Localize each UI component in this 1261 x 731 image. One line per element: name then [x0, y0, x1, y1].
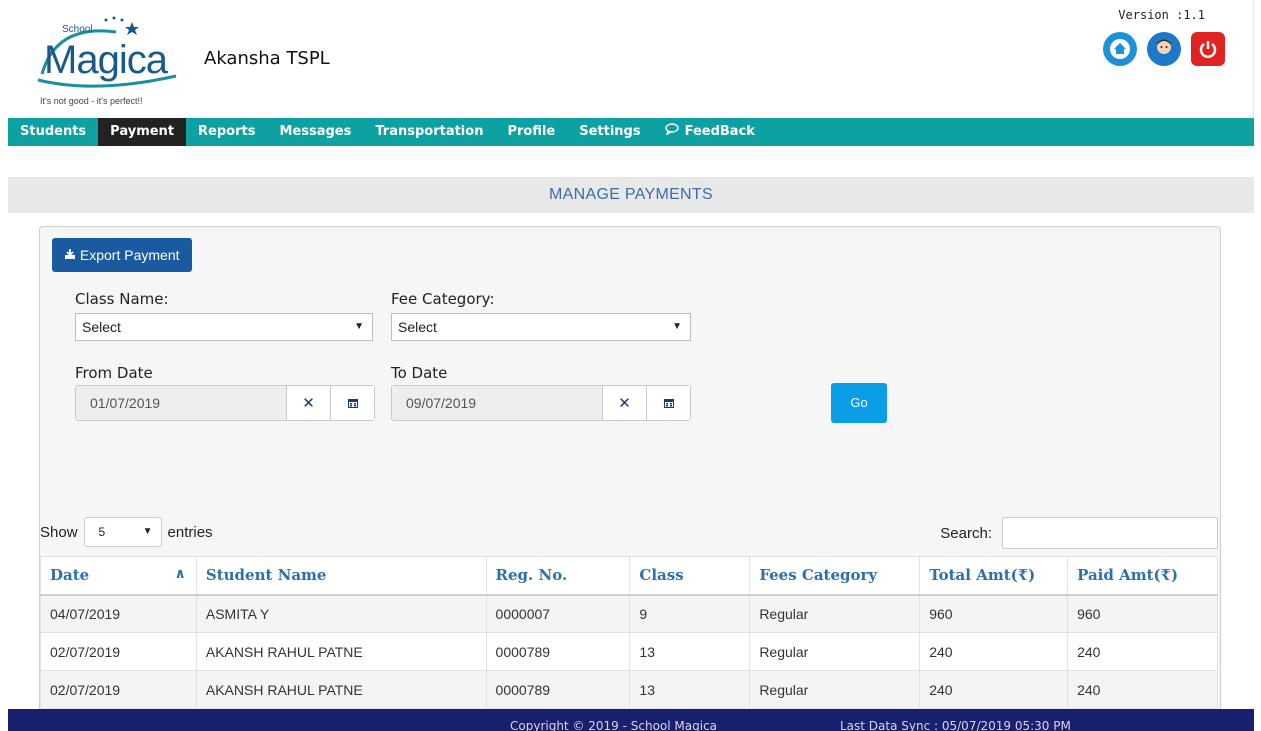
cell-reg-no: 0000007	[485, 594, 631, 633]
cell-date: 04/07/2019	[40, 594, 197, 633]
clear-to-date-icon[interactable]: ✕	[602, 386, 646, 420]
version-label: Version :1.1	[1118, 8, 1205, 22]
nav-messages[interactable]: Messages	[267, 118, 363, 146]
from-date-input[interactable]: 01/07/2019	[76, 386, 286, 420]
cell-total-amt: 960	[919, 594, 1069, 633]
cell-student-name: ASMITA Y	[195, 594, 487, 633]
feedback-chat-icon	[664, 118, 679, 146]
cell-class: 13	[629, 670, 751, 709]
nav-payment[interactable]: Payment	[98, 118, 187, 146]
calendar-icon[interactable]	[646, 386, 690, 420]
nav-settings[interactable]: Settings	[567, 118, 652, 146]
search-input[interactable]	[1002, 517, 1218, 549]
nav-reports[interactable]: Reports	[186, 118, 267, 146]
fee-category-label: Fee Category:	[391, 290, 495, 308]
nav-feedback-label: FeedBack	[684, 124, 755, 139]
organization-name: Akansha TSPL	[204, 48, 330, 69]
col-student-name[interactable]: Student Name	[195, 556, 487, 596]
cell-paid-amt: 960	[1067, 594, 1218, 633]
class-name-select[interactable]: Select ▼	[75, 313, 373, 341]
cell-fees-category: Regular	[749, 594, 921, 633]
cell-date: 02/07/2019	[40, 632, 197, 671]
entries-select[interactable]: 5 ▼	[83, 517, 162, 547]
col-class[interactable]: Class	[629, 556, 751, 596]
cell-fees-category: Regular	[749, 670, 921, 709]
profile-avatar-icon[interactable]	[1147, 32, 1181, 66]
entries-value: 5	[98, 525, 106, 539]
nav-students[interactable]: Students	[8, 118, 98, 146]
chevron-down-icon: ▼	[672, 321, 682, 332]
class-name-value: Select	[82, 319, 121, 335]
cell-student-name: AKANSH RAHUL PATNE	[195, 632, 487, 671]
to-date-input[interactable]: 09/07/2019	[392, 386, 602, 420]
go-button[interactable]: Go	[831, 383, 887, 423]
export-icon	[64, 247, 80, 263]
col-paid-amt[interactable]: Paid Amt(₹)	[1067, 556, 1218, 596]
main-nav: Students Payment Reports Messages Transp…	[8, 118, 1254, 146]
export-payment-button[interactable]: Export Payment	[52, 238, 192, 272]
from-date-group: 01/07/2019 ✕	[75, 385, 375, 421]
copyright-text: Copyright © 2019 - School Magica	[510, 719, 718, 731]
fee-category-select[interactable]: Select ▼	[391, 313, 691, 341]
payment-filter-panel: Export Payment Class Name: Select ▼ Fee …	[39, 226, 1221, 716]
page-length-control: Show 5 ▼ entries	[40, 517, 213, 547]
table-row[interactable]: 04/07/2019 ASMITA Y 0000007 9 Regular 96…	[40, 594, 1218, 633]
export-label: Export Payment	[79, 247, 180, 263]
power-icon[interactable]	[1191, 32, 1225, 66]
table-row[interactable]: 02/07/2019 AKANSH RAHUL PATNE 0000789 13…	[40, 632, 1218, 671]
nav-feedback[interactable]: FeedBack	[653, 118, 767, 146]
to-date-group: 09/07/2019 ✕	[391, 385, 691, 421]
from-date-label: From Date	[75, 364, 153, 382]
school-magica-logo[interactable]: School Magica It's not good - it's perfe…	[36, 14, 186, 106]
header-actions	[1103, 32, 1225, 66]
cell-total-amt: 240	[919, 632, 1069, 671]
sort-ascending-icon: ∧	[174, 566, 186, 582]
page-title: MANAGE PAYMENTS	[8, 177, 1254, 213]
cell-paid-amt: 240	[1067, 670, 1218, 709]
fee-category-value: Select	[398, 319, 437, 335]
col-date-label: Date	[50, 566, 90, 585]
cell-class: 13	[629, 632, 751, 671]
nav-profile[interactable]: Profile	[495, 118, 567, 146]
col-reg-no[interactable]: Reg. No.	[485, 556, 631, 596]
to-date-label: To Date	[391, 364, 448, 382]
entries-label: entries	[167, 523, 213, 541]
nav-transportation[interactable]: Transportation	[363, 118, 495, 146]
logo-tagline: It's not good - it's perfect!!	[40, 96, 143, 106]
table-row[interactable]: 02/07/2019 AKANSH RAHUL PATNE 0000789 13…	[40, 670, 1218, 709]
payments-table: Date ∧ Student Name Reg. No. Class Fees C…	[40, 556, 1218, 709]
clear-from-date-icon[interactable]: ✕	[286, 386, 330, 420]
logo-school-text: School	[62, 24, 93, 35]
cell-class: 9	[629, 594, 751, 633]
logo-word: Magica	[44, 38, 168, 82]
cell-reg-no: 0000789	[485, 670, 631, 709]
cell-total-amt: 240	[919, 670, 1069, 709]
cell-date: 02/07/2019	[40, 670, 197, 709]
table-search: Search:	[940, 517, 1218, 549]
search-label: Search:	[940, 524, 992, 542]
calendar-icon[interactable]	[330, 386, 374, 420]
chevron-down-icon: ▼	[142, 526, 153, 537]
cell-reg-no: 0000789	[485, 632, 631, 671]
col-fees-category[interactable]: Fees Category	[749, 556, 921, 596]
col-total-amt[interactable]: Total Amt(₹)	[919, 556, 1069, 596]
cell-paid-amt: 240	[1067, 632, 1218, 671]
app-footer: Copyright © 2019 - School Magica Last Da…	[8, 709, 1254, 731]
table-header-row: Date ∧ Student Name Reg. No. Class Fees C…	[40, 556, 1218, 596]
show-label: Show	[40, 523, 78, 541]
home-icon[interactable]	[1103, 32, 1137, 66]
chevron-down-icon: ▼	[354, 321, 364, 332]
last-sync-text: Last Data Sync : 05/07/2019 05:30 PM	[840, 719, 1071, 731]
class-name-label: Class Name:	[75, 290, 169, 308]
cell-fees-category: Regular	[749, 632, 921, 671]
app-header: School Magica It's not good - it's perfe…	[8, 0, 1254, 118]
cell-student-name: AKANSH RAHUL PATNE	[195, 670, 487, 709]
col-date[interactable]: Date ∧	[40, 556, 197, 596]
